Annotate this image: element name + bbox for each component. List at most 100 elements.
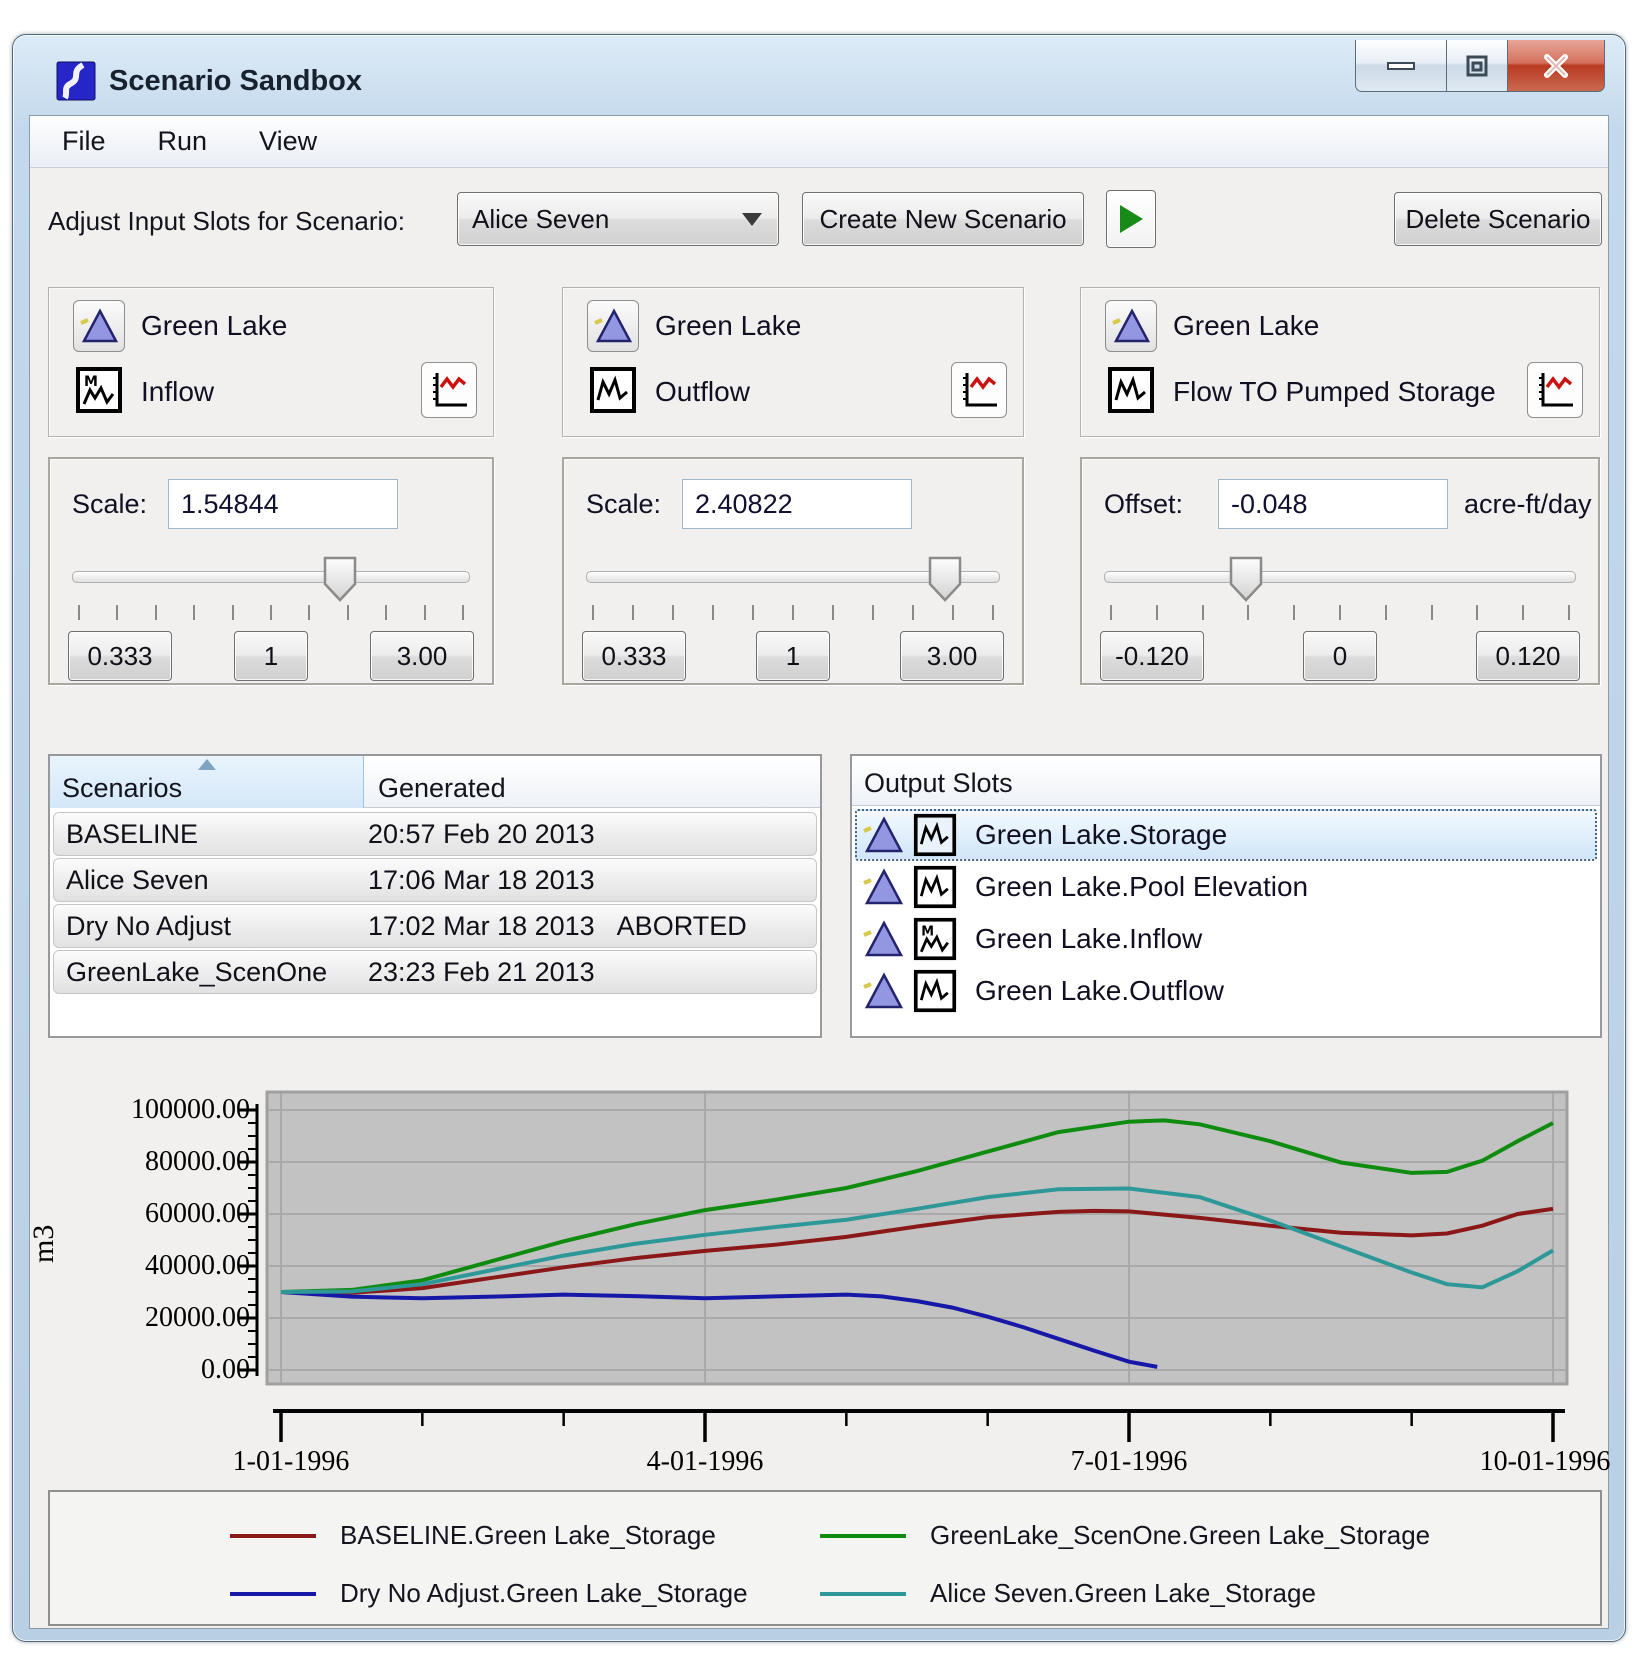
scenario-name: Dry No Adjust: [66, 911, 231, 942]
chart-legend: BASELINE.Green Lake_Storage GreenLake_Sc…: [48, 1490, 1602, 1626]
scale-value-field[interactable]: [168, 479, 398, 529]
slider-handle[interactable]: [928, 556, 962, 602]
scenarios-rows: BASELINE 20:57 Feb 20 2013 Alice Seven 1…: [52, 810, 818, 996]
minimize-icon: [1386, 60, 1416, 72]
create-new-scenario-button[interactable]: Create New Scenario: [802, 192, 1084, 246]
list-item-outflow[interactable]: Green Lake.Outflow: [855, 965, 1597, 1017]
slider-ticks: [592, 605, 994, 621]
open-plot-button[interactable]: [951, 362, 1007, 418]
set-max-button[interactable]: 0.120: [1476, 631, 1580, 681]
scale-value-field[interactable]: [682, 479, 912, 529]
open-plot-button[interactable]: [421, 362, 477, 418]
offset-panel-pumped-storage: Offset: acre-ft/day -0.120 0 0.120: [1080, 457, 1600, 685]
object-name: Green Lake: [141, 310, 287, 342]
y-tick-label: 40000.00: [80, 1249, 250, 1283]
input-slot-panel-pumped-storage: Green Lake Flow TO Pumped Storage: [1080, 287, 1600, 437]
input-slot-panel-outflow: Green Lake Outflow: [562, 287, 1024, 437]
set-default-button[interactable]: 1: [234, 631, 308, 681]
window-controls: [1355, 40, 1605, 92]
plot-icon: [1534, 369, 1576, 411]
set-default-button[interactable]: 1: [756, 631, 830, 681]
slot-icon-box: [1105, 364, 1157, 416]
object-name: Green Lake: [1173, 310, 1319, 342]
series-slot-icon: [1107, 366, 1155, 414]
slot-name: Outflow: [655, 376, 750, 408]
scale-slider[interactable]: [586, 571, 1000, 583]
scenario-status: ABORTED: [617, 911, 747, 941]
list-item-inflow[interactable]: M Green Lake.Inflow: [855, 913, 1597, 965]
scenario-generated: 17:02 Mar 18 2013ABORTED: [368, 911, 747, 942]
menu-view[interactable]: View: [233, 116, 343, 167]
slider-handle[interactable]: [1229, 556, 1263, 602]
dialog-content: File Run View Adjust Input Slots for Sce…: [29, 115, 1609, 1629]
list-item-pool-elevation[interactable]: Green Lake.Pool Elevation: [855, 861, 1597, 913]
scale-panel-inflow: Scale: 0.333 1 3.00: [48, 457, 494, 685]
title-bar[interactable]: Scenario Sandbox: [13, 35, 1625, 115]
y-tick-label: 20000.00: [80, 1301, 250, 1335]
scenario-name: BASELINE: [66, 819, 198, 850]
scenario-select-value: Alice Seven: [458, 204, 742, 235]
delete-scenario-button[interactable]: Delete Scenario: [1394, 192, 1602, 246]
offset-slider[interactable]: [1104, 571, 1576, 583]
input-slot-panel-inflow: Green Lake M Inflow: [48, 287, 494, 437]
list-item-storage[interactable]: Green Lake.Storage: [855, 809, 1597, 861]
scale-label: Scale:: [72, 489, 147, 520]
table-row[interactable]: Dry No Adjust 17:02 Mar 18 2013ABORTED: [53, 904, 817, 948]
table-row[interactable]: BASELINE 20:57 Feb 20 2013: [53, 812, 817, 856]
play-icon: [1120, 205, 1143, 233]
plot-icon: [958, 369, 1000, 411]
series-slot-icon: [913, 813, 957, 857]
set-max-button[interactable]: 3.00: [370, 631, 474, 681]
set-min-button[interactable]: -0.120: [1100, 631, 1204, 681]
menu-run[interactable]: Run: [132, 116, 234, 167]
close-button[interactable]: [1507, 40, 1605, 92]
x-tick-label: 4-01-1996: [595, 1446, 815, 1480]
legend-line-marker: [820, 1592, 906, 1596]
column-header-generated[interactable]: Generated: [364, 756, 820, 808]
object-name: Green Lake: [655, 310, 801, 342]
set-min-button[interactable]: 0.333: [582, 631, 686, 681]
column-header-scenarios[interactable]: Scenarios: [50, 756, 364, 808]
series-slot-icon: [913, 969, 957, 1013]
legend-line-marker: [820, 1534, 906, 1538]
run-scenario-button[interactable]: [1106, 190, 1156, 248]
table-row[interactable]: GreenLake_ScenOne 23:23 Feb 21 2013: [53, 950, 817, 994]
reservoir-icon: [863, 815, 903, 855]
offset-value-field[interactable]: [1218, 479, 1448, 529]
slot-icon-box: M: [73, 364, 125, 416]
minimize-button[interactable]: [1355, 40, 1447, 92]
scenario-name: Alice Seven: [66, 865, 209, 896]
open-plot-button[interactable]: [1527, 362, 1583, 418]
reservoir-icon: [863, 919, 903, 959]
output-slots-header[interactable]: Output Slots: [852, 756, 1600, 806]
maximize-button[interactable]: [1447, 40, 1507, 92]
offset-label: Offset:: [1104, 489, 1183, 520]
menu-file[interactable]: File: [30, 116, 132, 167]
reservoir-object-button[interactable]: [1105, 300, 1157, 352]
generated-column-label: Generated: [378, 773, 506, 804]
set-default-button[interactable]: 0: [1303, 631, 1377, 681]
reservoir-object-button[interactable]: [73, 300, 125, 352]
table-row[interactable]: Alice Seven 17:06 Mar 18 2013: [53, 858, 817, 902]
reservoir-object-button[interactable]: [587, 300, 639, 352]
offset-unit: acre-ft/day: [1464, 489, 1592, 520]
x-axis: [255, 1408, 1585, 1452]
set-max-button[interactable]: 3.00: [900, 631, 1004, 681]
plot-area: [227, 1090, 1572, 1386]
scenarios-table: Scenarios Generated BASELINE 20:57 Feb 2…: [48, 754, 822, 1038]
legend-line-marker: [230, 1592, 316, 1596]
window-title: Scenario Sandbox: [109, 65, 362, 98]
y-tick-label: 0.00: [80, 1353, 250, 1387]
close-icon: [1542, 54, 1570, 78]
output-slots-list: Green Lake.Storage Green Lake.Pool Eleva…: [855, 809, 1597, 1017]
slider-handle[interactable]: [323, 556, 357, 602]
adjust-input-slots-label: Adjust Input Slots for Scenario:: [48, 206, 405, 237]
scale-slider[interactable]: [72, 571, 470, 583]
scenario-select[interactable]: Alice Seven: [457, 192, 779, 246]
sort-ascending-icon: [198, 759, 216, 770]
slider-ticks: [78, 605, 464, 621]
reservoir-icon: [863, 971, 903, 1011]
y-tick-label: 100000.00: [80, 1093, 250, 1127]
set-min-button[interactable]: 0.333: [68, 631, 172, 681]
plot-icon: [428, 369, 470, 411]
